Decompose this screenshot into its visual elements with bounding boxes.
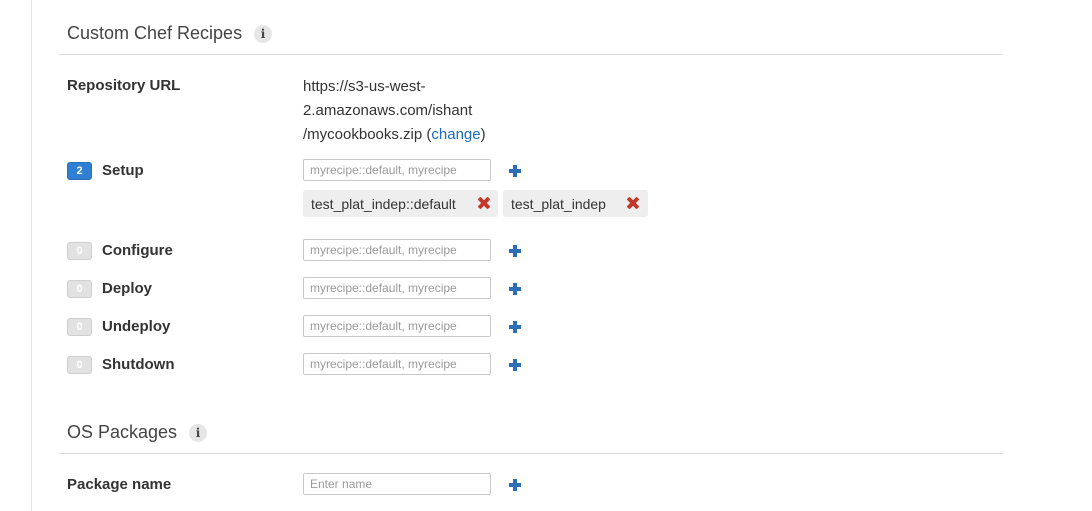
recipe-tag: test_plat_indep::default	[303, 190, 498, 217]
undeploy-label: Undeploy	[102, 318, 171, 335]
add-configure-recipe-plus-icon[interactable]	[509, 245, 521, 257]
recipe-tag-label: test_plat_indep	[511, 195, 606, 212]
section-title-text: Custom Chef Recipes	[67, 23, 243, 43]
recipe-tag-label: test_plat_indep::default	[311, 195, 456, 212]
shutdown-count-badge: 0	[67, 356, 92, 374]
repo-url-line3: /mycookbooks.zip (	[303, 126, 432, 143]
section-divider	[59, 54, 1003, 55]
info-icon[interactable]: i	[254, 24, 273, 43]
package-name-label: Package name	[67, 476, 172, 493]
repo-url-close: )	[480, 126, 486, 143]
repo-url-line1: https://s3-us-west-	[303, 78, 426, 95]
add-package-plus-icon[interactable]	[509, 479, 521, 491]
change-repository-link[interactable]: change	[431, 126, 480, 143]
add-setup-recipe-plus-icon[interactable]	[509, 165, 521, 177]
recipe-tag: test_plat_indep	[503, 190, 648, 217]
add-shutdown-recipe-plus-icon[interactable]	[509, 359, 521, 371]
setup-label: Setup	[102, 162, 144, 179]
configure-count-badge: 0	[67, 242, 92, 260]
remove-x-icon[interactable]	[627, 197, 639, 209]
os-packages-heading: OS Packages i	[67, 422, 208, 443]
info-icon[interactable]: i	[189, 423, 208, 442]
repository-url-value: https://s3-us-west- 2.amazonaws.com/isha…	[303, 75, 503, 147]
page: Custom Chef Recipes i Repository URL htt…	[0, 0, 1092, 511]
section-divider	[59, 453, 1003, 454]
setup-recipe-input[interactable]	[303, 159, 491, 181]
deploy-label: Deploy	[102, 280, 153, 297]
remove-x-icon[interactable]	[478, 197, 490, 209]
deploy-count-badge: 0	[67, 280, 92, 298]
configure-label: Configure	[102, 242, 173, 259]
configure-recipe-input[interactable]	[303, 239, 491, 261]
undeploy-recipe-input[interactable]	[303, 315, 491, 337]
shutdown-recipe-input[interactable]	[303, 353, 491, 375]
undeploy-count-badge: 0	[67, 318, 92, 336]
package-name-input[interactable]	[303, 473, 491, 495]
setup-count-badge: 2	[67, 162, 92, 180]
custom-chef-recipes-heading: Custom Chef Recipes i	[67, 23, 273, 44]
add-deploy-recipe-plus-icon[interactable]	[509, 283, 521, 295]
repository-url-label: Repository URL	[67, 77, 181, 94]
section-title-text: OS Packages	[67, 422, 178, 442]
shutdown-label: Shutdown	[102, 356, 175, 373]
add-undeploy-recipe-plus-icon[interactable]	[509, 321, 521, 333]
left-border	[31, 0, 32, 511]
deploy-recipe-input[interactable]	[303, 277, 491, 299]
repo-url-line2: 2.amazonaws.com/ishant	[303, 102, 473, 119]
